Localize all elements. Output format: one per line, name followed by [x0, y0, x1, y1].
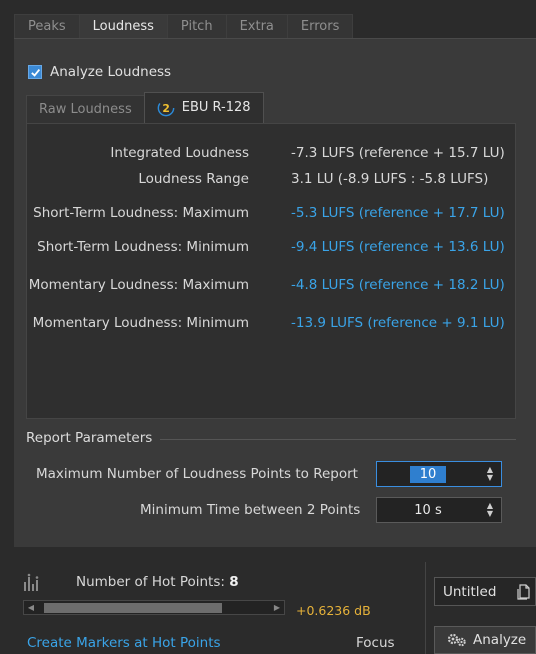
checkbox-checked-icon[interactable] [28, 65, 42, 79]
tab-pitch[interactable]: Pitch [166, 14, 227, 38]
max-points-spinbox[interactable]: 10 ▲ ▼ [376, 461, 502, 487]
integrated-loudness-value: -7.3 LUFS (reference + 15.7 LU) [291, 145, 505, 161]
tab-raw-loudness-label: Raw Loudness [39, 101, 132, 117]
hot-points-count: Number of Hot Points: 8 [76, 574, 239, 590]
hot-point-gain: +0.6236 dB [296, 603, 371, 618]
tab-ebu-r128-label: EBU R-128 [181, 100, 251, 115]
spin-arrows-icon[interactable]: ▲ ▼ [479, 502, 501, 518]
svg-text:2: 2 [162, 102, 170, 115]
vertical-divider [425, 562, 426, 654]
ebu-logo-icon: 2 [157, 99, 175, 117]
hot-points-scrollbar[interactable]: ◀ ▶ [23, 600, 285, 615]
scroll-right-icon[interactable]: ▶ [270, 601, 284, 614]
hot-points-icon [24, 573, 39, 591]
short-term-min-label: Short-Term Loudness: Minimum [37, 239, 249, 255]
scrollbar-thumb[interactable] [44, 603, 222, 613]
section-divider [160, 439, 516, 440]
analyze-button-label: Analyze [473, 632, 527, 648]
integrated-loudness-label: Integrated Loudness [110, 145, 249, 161]
report-parameters-title: Report Parameters [26, 430, 153, 446]
tab-ebu-r128[interactable]: 2 EBU R-128 [143, 92, 264, 123]
results-box: Integrated Loudness -7.3 LUFS (reference… [26, 123, 516, 419]
min-time-label: Minimum Time between 2 Points [140, 502, 361, 518]
hot-points-label: Number of Hot Points: [76, 574, 225, 590]
analyze-loudness-checkbox[interactable]: Analyze Loudness [28, 63, 171, 81]
spin-arrows-icon[interactable]: ▲ ▼ [479, 466, 501, 482]
tab-peaks[interactable]: Peaks [14, 14, 80, 38]
max-points-label: Maximum Number of Loudness Points to Rep… [36, 466, 358, 482]
momentary-max-value[interactable]: -4.8 LUFS (reference + 18.2 LU) [291, 277, 505, 293]
loudness-sub-tabs: Raw Loudness 2 EBU R-128 [26, 92, 264, 123]
tab-loudness[interactable]: Loudness [78, 14, 168, 39]
top-tab-bar: Peaks Loudness Pitch Extra Errors [0, 0, 536, 39]
analyze-button[interactable]: Analyze [434, 626, 536, 654]
create-markers-link[interactable]: Create Markers at Hot Points [27, 635, 221, 651]
tab-extra[interactable]: Extra [225, 14, 288, 38]
momentary-min-value[interactable]: -13.9 LUFS (reference + 9.1 LU) [291, 315, 505, 331]
file-selector-value: Untitled [443, 583, 497, 600]
loudness-range-label: Loudness Range [138, 171, 249, 187]
short-term-min-value[interactable]: -9.4 LUFS (reference + 13.6 LU) [291, 239, 505, 255]
min-time-spinbox[interactable]: 10 s ▲ ▼ [376, 497, 502, 523]
file-selector[interactable]: Untitled [434, 577, 536, 606]
short-term-max-label: Short-Term Loudness: Maximum [33, 205, 249, 221]
short-term-max-value[interactable]: -5.3 LUFS (reference + 17.7 LU) [291, 205, 505, 221]
focus-button[interactable]: Focus [356, 635, 395, 651]
hot-points-number: 8 [229, 574, 239, 590]
document-icon [517, 583, 530, 600]
loudness-range-value: 3.1 LU (-8.9 LUFS : -5.8 LUFS) [291, 171, 489, 187]
momentary-max-label: Momentary Loudness: Maximum [28, 277, 249, 293]
momentary-min-label: Momentary Loudness: Minimum [32, 315, 249, 331]
max-points-value[interactable]: 10 [409, 465, 447, 483]
tab-errors[interactable]: Errors [286, 14, 354, 38]
scroll-left-icon[interactable]: ◀ [24, 601, 38, 614]
tab-raw-loudness[interactable]: Raw Loudness [26, 95, 145, 123]
analyze-loudness-label: Analyze Loudness [50, 64, 172, 80]
min-time-value[interactable]: 10 s [377, 503, 479, 518]
gears-icon [447, 633, 466, 647]
